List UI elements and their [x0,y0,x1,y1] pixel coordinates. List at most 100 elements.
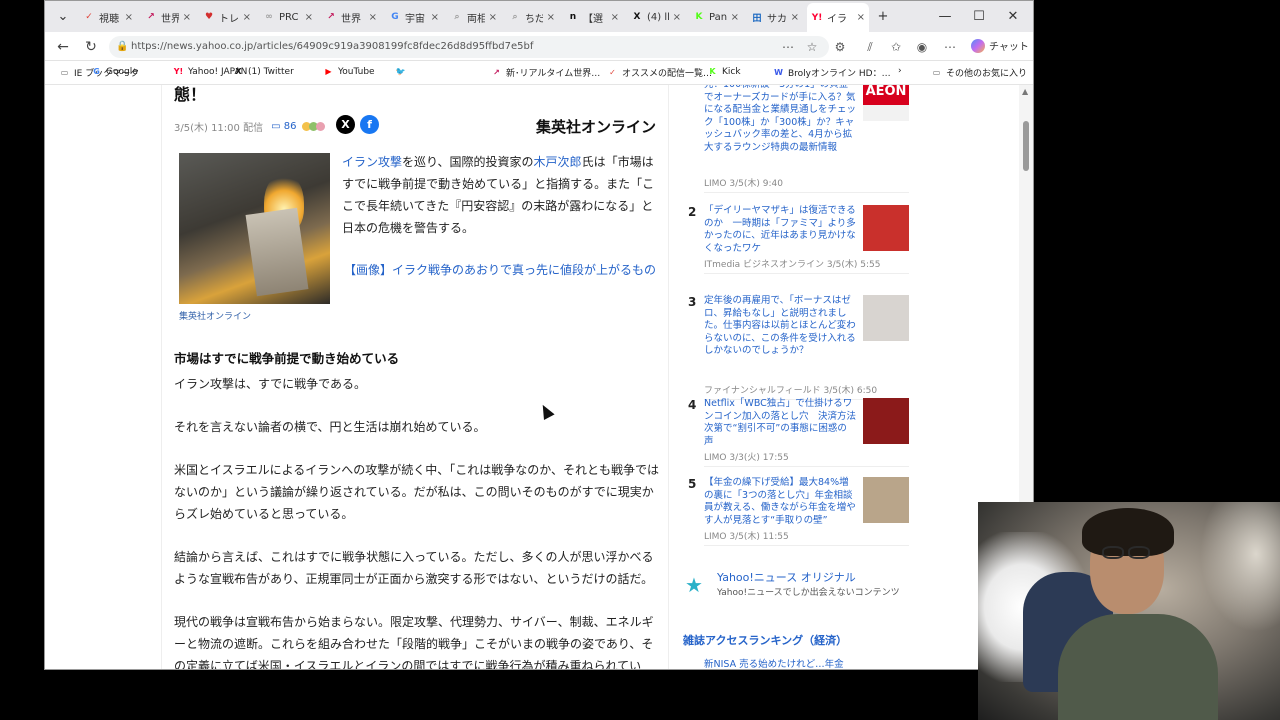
tab-favicon-icon: ↗ [327,12,335,22]
ranking-thumbnail[interactable]: AEON [863,85,909,121]
browser-tab[interactable]: 田サカ × [747,4,803,30]
ranking-item[interactable]: 5 【年金の繰下げ受給】最大84%増の裏に「3つの落とし穴」年金相談員が教える、働… [683,477,911,546]
favorite-item[interactable]: ↗ 新･リアルタイム世界… [491,66,600,79]
tab-close-icon[interactable]: × [183,12,191,23]
tab-close-icon[interactable]: × [369,12,377,23]
ranking-title: 「デイリーヤマザキ」は復活できるのか 一時期は「ファミマ」より多かったのに、近年… [704,205,856,254]
tab-close-icon[interactable]: × [125,12,133,23]
favorite-label: Brolyオンライン HD：… [788,69,891,79]
scroll-up-arrow-icon[interactable]: ▲ [1022,87,1028,96]
tab-close-icon[interactable]: × [431,12,439,23]
browser-tab[interactable]: ✓ 視聴 × [79,4,137,30]
tab-favicon-icon: ⌕ [454,12,460,22]
ranking-thumbnail[interactable] [863,205,909,251]
tab-close-icon[interactable]: × [305,12,313,23]
favorite-item[interactable]: ✓ オススメの配信一覧… [607,66,712,79]
browser-tab[interactable]: X (4) ll × [627,4,685,30]
ranking-item[interactable]: 1先！100株新設「3分の1」の資金でオーナーズカードが手に入る？気になる配当金… [683,85,911,193]
tab-favicon-icon: ↗ [147,12,155,22]
more-menu-icon[interactable]: ⋯ [941,38,959,56]
ranking-thumbnail[interactable] [863,398,909,444]
tab-favicon-icon: ∞ [265,12,273,22]
paragraph: 米国とイスラエルによるイランへの攻撃が続く中、「これは戦争なのか、それとも戦争で… [174,463,660,521]
favorite-item[interactable]: X (1) Twitter [233,66,294,77]
magazine-ranking-heading: 雑誌アクセスランキング（経済） [683,634,848,647]
url-field[interactable]: 🔒 https://news.yahoo.co.jp/articles/6490… [109,36,829,58]
other-favorites-folder[interactable]: ▭ その他のお気に入り [931,66,1027,79]
copilot-label: チャット [989,42,1029,53]
browser-tab[interactable]: K Pani × [689,4,743,30]
favorite-item[interactable]: G Google [91,66,138,77]
webcam-overlay [978,502,1280,720]
browser-tab[interactable]: ↗ 世界 × [141,4,195,30]
favorite-label: (1) Twitter [248,66,294,77]
tab-close-icon[interactable]: × [611,12,619,23]
back-arrow-icon[interactable]: ← [53,37,73,57]
browser-window: ⌄ ✓視聴×↗世界×♥トレ×∞PRC×↗世界×G宇宙×⌕両相×⌕ちだ×n【選×X… [44,0,1034,670]
ranking-thumbnail[interactable] [863,295,909,341]
browser-tab[interactable]: ⌕ ちだ × [505,4,559,30]
favorites-overflow-chevron-icon[interactable]: › [898,66,902,76]
article-photo[interactable] [179,153,330,304]
paragraph: それを言えない論者の横で、円と生活は崩れ始めている。 [174,420,486,434]
yahoo-original-link[interactable]: ★ Yahoo!ニュース オリジナル Yahoo!ニュースでしか出会えないコンテ… [683,569,913,609]
ranking-thumbnail[interactable] [863,477,909,523]
share-facebook-icon[interactable]: f [360,115,379,134]
maximize-button[interactable]: ☐ [969,6,989,26]
tab-list-chevron-icon[interactable]: ⌄ [53,6,73,26]
ranking-divider [704,273,909,274]
share-x-icon[interactable]: X [336,115,355,134]
reaction-icons [302,122,326,131]
photo-credit[interactable]: 集英社オンライン [179,309,251,322]
publisher-name[interactable]: 集英社オンライン [536,116,656,137]
browser-tab[interactable]: Y! イラ × [807,3,869,32]
favorite-label: YouTube [338,66,375,77]
reaction-icon [316,122,326,131]
tab-close-icon[interactable]: × [673,12,681,23]
magazine-ranking-item[interactable]: 新NISA 売る始めたけれど…年金 [704,656,844,669]
copilot-button[interactable]: チャット [971,38,1029,53]
reader-view-icon[interactable]: ⋯ [779,38,797,56]
favorites-icon[interactable]: ✩ [887,38,905,56]
sidebar-ranking: 1先！100株新設「3分の1」の資金でオーナーズカードが手に入る？気になる配当金… [671,85,1017,669]
minimize-button[interactable]: — [935,6,955,26]
favorite-label: 新･リアルタイム世界… [506,69,601,79]
profile-avatar-icon[interactable]: ◉ [913,38,931,56]
split-screen-icon[interactable]: ⫽ [861,38,879,56]
reload-icon[interactable]: ↻ [81,37,101,57]
browser-tab[interactable]: ↗ 世界 × [321,4,381,30]
yahoo-original-subtitle: Yahoo!ニュースでしか出会えないコンテンツ [717,588,900,598]
browser-tab[interactable]: G 宇宙 × [385,4,443,30]
favorite-item[interactable]: ▶ YouTube [323,66,375,77]
new-tab-button[interactable]: + [873,6,893,26]
tab-label: 宇宙 [405,13,425,25]
lead-text: を巡り、国際的投資家の [402,155,534,169]
tab-close-icon[interactable]: × [489,12,497,23]
favorite-star-icon[interactable]: ☆ [803,38,821,56]
browser-tab[interactable]: ♥ トレ × [199,4,255,30]
favorite-item[interactable]: 🐦 [395,66,410,77]
favorite-item[interactable]: K Kick [707,66,740,77]
ranking-item[interactable]: 3 定年後の再雇用で、「ボーナスはゼロ、昇給もなし」と説明されました。仕事内容は以… [683,295,911,400]
close-window-button[interactable]: ✕ [1003,6,1023,26]
lead-link-kido[interactable]: 木戸次郎 [534,155,582,169]
comment-count-link[interactable]: ▭ 86 [271,121,296,132]
article-meta: 3/5(木) 11:00 配信 ▭ 86 [174,119,326,134]
browser-tab[interactable]: n 【選 × [563,4,623,30]
browser-tab[interactable]: ∞ PRC × [259,4,317,30]
scrollbar-thumb[interactable] [1023,121,1029,171]
image-gallery-link[interactable]: 【画像】イラク戦争のあおりで真っ先に値段が上がるもの [344,261,656,278]
tab-close-icon[interactable]: × [243,12,251,23]
tab-close-icon[interactable]: × [547,12,555,23]
extensions-icon[interactable]: ⚙ [831,38,849,56]
browser-tab[interactable]: ⌕ 両相 × [447,4,501,30]
favorite-item[interactable]: W Brolyオンライン HD：… [773,66,891,79]
ranking-item[interactable]: 4 Netflix「WBC独占」で仕掛けるワンコイン加入の落とし穴 決済方法次第で… [683,398,911,467]
tab-close-icon[interactable]: × [731,12,739,23]
lead-link-iran-attack[interactable]: イラン攻撃 [342,155,402,169]
tab-label: 両相 [467,13,485,25]
tab-close-icon[interactable]: × [857,12,865,23]
ranking-item[interactable]: 2 「デイリーヤマザキ」は復活できるのか 一時期は「ファミマ」より多かったのに、近… [683,205,911,274]
tab-label: 世界 [161,13,179,25]
tab-close-icon[interactable]: × [791,12,799,23]
